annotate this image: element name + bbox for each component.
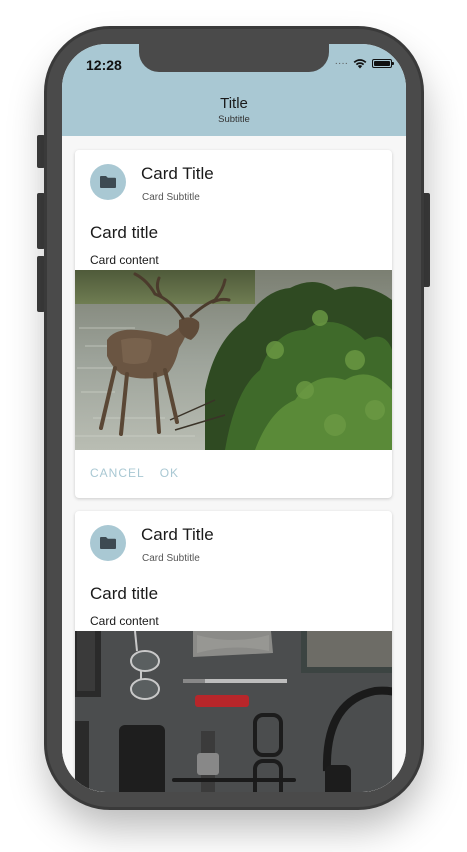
card-content: Card content: [90, 614, 159, 628]
cancel-button[interactable]: CANCEL: [90, 466, 145, 480]
card: Card Title Card Subtitle Card title Card…: [75, 511, 392, 792]
card-title: Card title: [90, 584, 159, 603]
folder-icon: [100, 537, 116, 549]
card-actions: CANCEL OK: [90, 466, 179, 480]
card-header-subtitle: Card Subtitle: [142, 553, 200, 564]
card-avatar: [90, 525, 126, 561]
card-list[interactable]: Card Title Card Subtitle Card title Card…: [62, 136, 406, 792]
card-header-title: Card Title: [141, 164, 214, 183]
page-subtitle: Subtitle: [218, 114, 250, 125]
card: Card Title Card Subtitle Card title Card…: [75, 150, 392, 498]
app-toolbar: 12:28 ···· Title Subtitle: [62, 44, 406, 136]
page-title: Title: [220, 95, 248, 112]
signal-dots-icon: ····: [334, 57, 348, 69]
card-header-subtitle: Card Subtitle: [142, 192, 200, 203]
folder-icon: [100, 176, 116, 188]
card-content: Card content: [90, 253, 159, 267]
home-indicator[interactable]: [172, 778, 296, 782]
card-image-accessories: [75, 631, 392, 792]
card-image-deer: [75, 270, 392, 450]
status-icons: ····: [334, 57, 394, 69]
notch: [139, 44, 329, 72]
card-header-title: Card Title: [141, 525, 214, 544]
status-time: 12:28: [86, 57, 122, 73]
ok-button[interactable]: OK: [160, 466, 179, 480]
card-title: Card title: [90, 223, 159, 242]
phone-screen: 12:28 ···· Title Subtitle Card Title Car…: [62, 44, 406, 792]
card-avatar: [90, 164, 126, 200]
battery-icon: [372, 59, 394, 68]
wifi-icon: [353, 59, 367, 69]
